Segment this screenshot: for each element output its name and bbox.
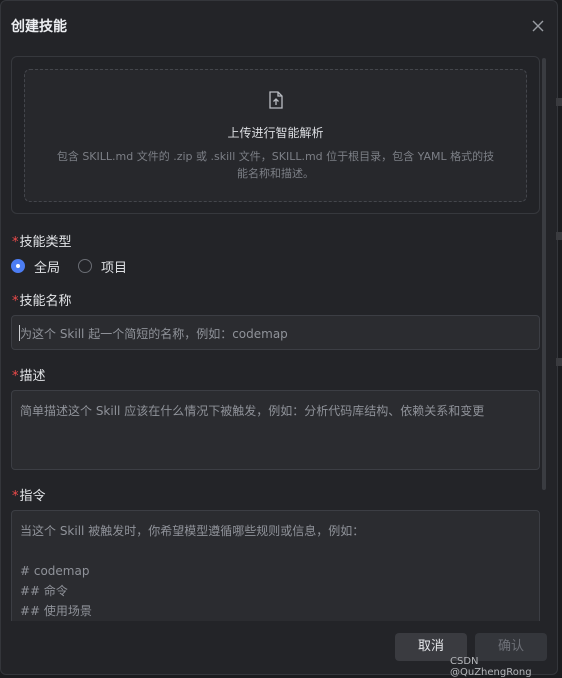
instructions-label: *指令 (12, 485, 46, 504)
file-upload-icon (267, 90, 285, 110)
skill-type-label-text: 技能类型 (19, 235, 72, 250)
skill-name-label: *技能名称 (12, 290, 72, 309)
instructions-placeholder: 当这个 Skill 被触发时，你希望模型遵循哪些规则或信息，例如： # code… (20, 524, 365, 618)
upload-description: 包含 SKILL.md 文件的 .zip 或 .skill 文件，SKILL.m… (45, 148, 506, 182)
skill-type-radio-group: 全局 项目 (11, 256, 145, 276)
required-mark: * (12, 369, 19, 384)
required-mark: * (12, 294, 19, 309)
radio-global[interactable]: 全局 (11, 257, 60, 276)
skill-name-input[interactable]: 为这个 Skill 起一个简短的名称，例如：codemap (11, 315, 540, 350)
radio-project[interactable]: 项目 (78, 257, 127, 276)
dialog-title: 创建技能 (11, 19, 67, 35)
instructions-textarea[interactable]: 当这个 Skill 被触发时，你希望模型遵循哪些规则或信息，例如： # code… (11, 510, 540, 621)
radio-label: 项目 (101, 260, 128, 276)
instructions-label-text: 指令 (19, 489, 46, 504)
radio-selected-icon (11, 259, 25, 273)
background-edge (556, 98, 562, 106)
description-label: *描述 (12, 365, 46, 384)
create-skill-dialog: 创建技能 上传进行智能解析 包含 SKILL.md 文件的 .zip 或 .sk… (0, 0, 558, 675)
upload-title: 上传进行智能解析 (227, 126, 324, 140)
skill-name-placeholder: 为这个 Skill 起一个简短的名称，例如：codemap (20, 327, 288, 341)
upload-dropzone[interactable]: 上传进行智能解析 包含 SKILL.md 文件的 .zip 或 .skill 文… (24, 69, 527, 202)
upload-panel: 上传进行智能解析 包含 SKILL.md 文件的 .zip 或 .skill 文… (11, 56, 540, 214)
radio-label: 全局 (34, 260, 61, 276)
skill-type-label: *技能类型 (12, 231, 72, 250)
description-label-text: 描述 (19, 369, 46, 384)
required-mark: * (12, 489, 19, 504)
skill-name-label-text: 技能名称 (19, 294, 72, 309)
radio-unselected-icon (78, 259, 93, 273)
description-textarea[interactable]: 简单描述这个 Skill 应该在什么情况下被触发，例如：分析代码库结构、依赖关系… (11, 390, 540, 470)
scrollbar-thumb[interactable] (542, 58, 546, 490)
required-mark: * (12, 235, 19, 250)
background-edge (556, 232, 562, 240)
description-placeholder: 简单描述这个 Skill 应该在什么情况下被触发，例如：分析代码库结构、依赖关系… (20, 404, 485, 418)
close-icon[interactable] (528, 16, 548, 36)
background-edge (556, 358, 562, 366)
dialog-body[interactable]: 上传进行智能解析 包含 SKILL.md 文件的 .zip 或 .skill 文… (1, 53, 549, 621)
upload-description-line: 包含 SKILL.md 文件的 .zip 或 .skill 文件，SKILL.m… (56, 150, 495, 163)
upload-description-line: 能名称和描述。 (237, 167, 314, 180)
